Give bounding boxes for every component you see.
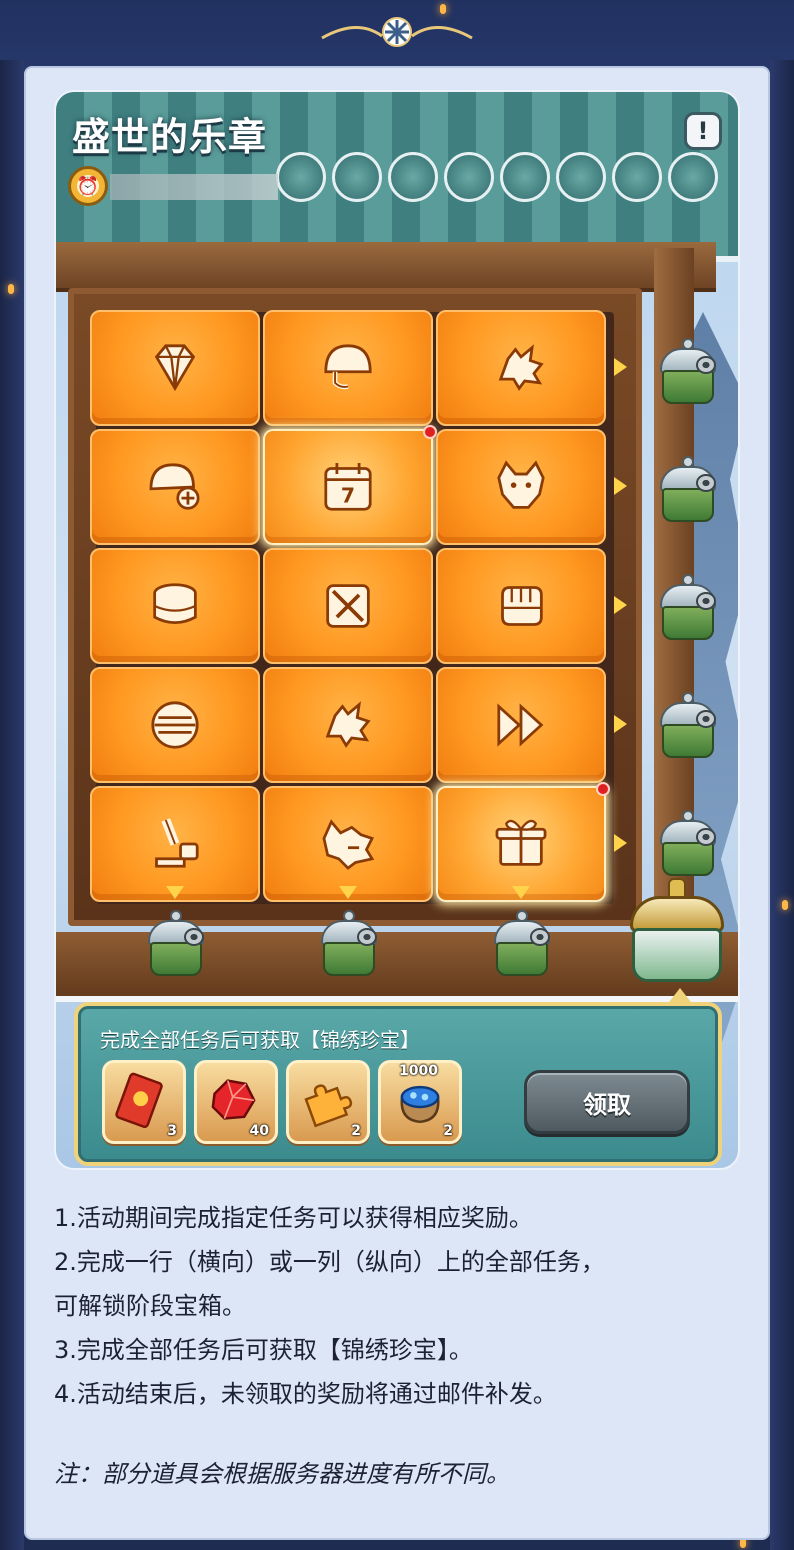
column-arrow-icon: [512, 886, 530, 899]
svg-text:7: 7: [341, 484, 355, 508]
fast-forward-icon: [497, 703, 544, 747]
wolf-head-icon: [497, 460, 545, 509]
gift-box-icon: [495, 819, 547, 866]
rules-text: 1.活动期间完成指定任务可以获得相应奖励。 2.完成一行（横向）或一列（纵向）上的…: [54, 1196, 754, 1416]
notification-dot: [423, 425, 437, 439]
lantern-icon: [782, 900, 788, 910]
task-tile[interactable]: 7: [263, 425, 437, 545]
rule-line: 可解锁阶段宝箱。: [54, 1292, 246, 1320]
task-grid: 7: [90, 310, 610, 902]
roof-tiles: [276, 152, 738, 232]
grand-treasure-chest[interactable]: [622, 878, 732, 988]
microscope-icon: [155, 818, 199, 868]
row-arrow-icon: [614, 358, 627, 376]
task-tile[interactable]: [263, 548, 433, 664]
column-chest-1[interactable]: [144, 910, 208, 980]
item-quantity: 40: [249, 1123, 269, 1139]
reward-item[interactable]: 1000 2: [378, 1060, 462, 1144]
row-chest-3[interactable]: [656, 574, 720, 644]
task-tile[interactable]: [436, 310, 606, 426]
reward-items: 3 40 2 1000 2: [102, 1060, 462, 1144]
rule-line: 2.完成一行（横向）或一列（纵向）上的全部任务，: [54, 1248, 605, 1276]
rule-line: 4.活动结束后，未领取的奖励将通过邮件补发。: [54, 1380, 557, 1408]
task-tile[interactable]: [436, 782, 610, 902]
coin-stack-icon: [151, 701, 199, 749]
row-chest-1[interactable]: [656, 338, 720, 408]
task-tile[interactable]: [90, 786, 260, 902]
helmet-plus-icon: [149, 463, 200, 510]
rule-line: 1.活动期间完成指定任务可以获得相应奖励。: [54, 1204, 533, 1232]
task-tile[interactable]: [90, 548, 260, 664]
task-tile[interactable]: [263, 310, 433, 426]
no-sword-icon: [326, 584, 370, 628]
item-quantity: 2: [351, 1123, 361, 1139]
lantern-icon: [8, 284, 14, 294]
lantern-icon: [440, 4, 446, 14]
task-tile[interactable]: [436, 548, 606, 664]
info-button[interactable]: !: [684, 112, 722, 150]
notification-dot: [596, 782, 610, 796]
roof-beam: [56, 242, 716, 292]
task-tile[interactable]: [436, 667, 606, 783]
item-amount: 1000: [399, 1063, 438, 1079]
task-tile[interactable]: [90, 310, 260, 426]
event-scene: 盛世的乐章 ⏰ ! 7 完成全部任务后可获取【锦绣珍宝】 3 40 2 1000…: [54, 90, 740, 1170]
task-tile[interactable]: [263, 786, 433, 902]
event-panel: 盛世的乐章 ⏰ ! 7 完成全部任务后可获取【锦绣珍宝】 3 40 2 1000…: [24, 66, 770, 1540]
tin-can-icon: [153, 583, 197, 625]
row-arrow-icon: [614, 596, 627, 614]
task-tile[interactable]: [90, 667, 260, 783]
countdown-timer: [110, 174, 278, 200]
final-reward-box: 完成全部任务后可获取【锦绣珍宝】 3 40 2 1000 2 领取: [74, 988, 722, 1166]
fist-icon: [501, 586, 543, 626]
event-title: 盛世的乐章: [72, 115, 268, 159]
clock-icon: ⏰: [68, 166, 108, 206]
dragon-head-icon: [498, 344, 544, 391]
snowflake-ornament-icon: [321, 17, 473, 47]
row-arrow-icon: [614, 477, 627, 495]
row-chest-4[interactable]: [656, 692, 720, 762]
column-arrow-icon: [339, 886, 357, 899]
row-chest-5[interactable]: [656, 810, 720, 880]
wolf-roar-icon: [322, 819, 375, 870]
task-tile[interactable]: [90, 429, 260, 545]
dragon-head-icon: [325, 701, 371, 748]
task-tile[interactable]: [436, 429, 606, 545]
note-text: 注：部分道具会根据服务器进度有所不同。: [54, 1460, 510, 1488]
exclamation-icon: !: [697, 117, 709, 145]
rule-line: 3.完成全部任务后可获取【锦绣珍宝】。: [54, 1336, 473, 1364]
row-arrow-icon: [614, 715, 627, 733]
column-arrow-icon: [166, 886, 184, 899]
task-tile[interactable]: [263, 667, 433, 783]
column-chest-2[interactable]: [317, 910, 381, 980]
calendar-7-icon: 7: [324, 462, 372, 511]
column-chest-3[interactable]: [490, 910, 554, 980]
reward-item[interactable]: 40: [194, 1060, 278, 1144]
reward-item[interactable]: 3: [102, 1060, 186, 1144]
item-quantity: 2: [443, 1123, 453, 1139]
diamond-icon: [154, 344, 196, 392]
final-reward-text: 完成全部任务后可获取【锦绣珍宝】: [100, 1028, 420, 1052]
row-chest-2[interactable]: [656, 456, 720, 526]
reward-item[interactable]: 2: [286, 1060, 370, 1144]
helmet-icon: [324, 344, 372, 390]
row-arrow-icon: [614, 834, 627, 852]
right-frame: [770, 60, 794, 1550]
item-quantity: 3: [167, 1123, 177, 1139]
claim-button[interactable]: 领取: [524, 1070, 690, 1134]
